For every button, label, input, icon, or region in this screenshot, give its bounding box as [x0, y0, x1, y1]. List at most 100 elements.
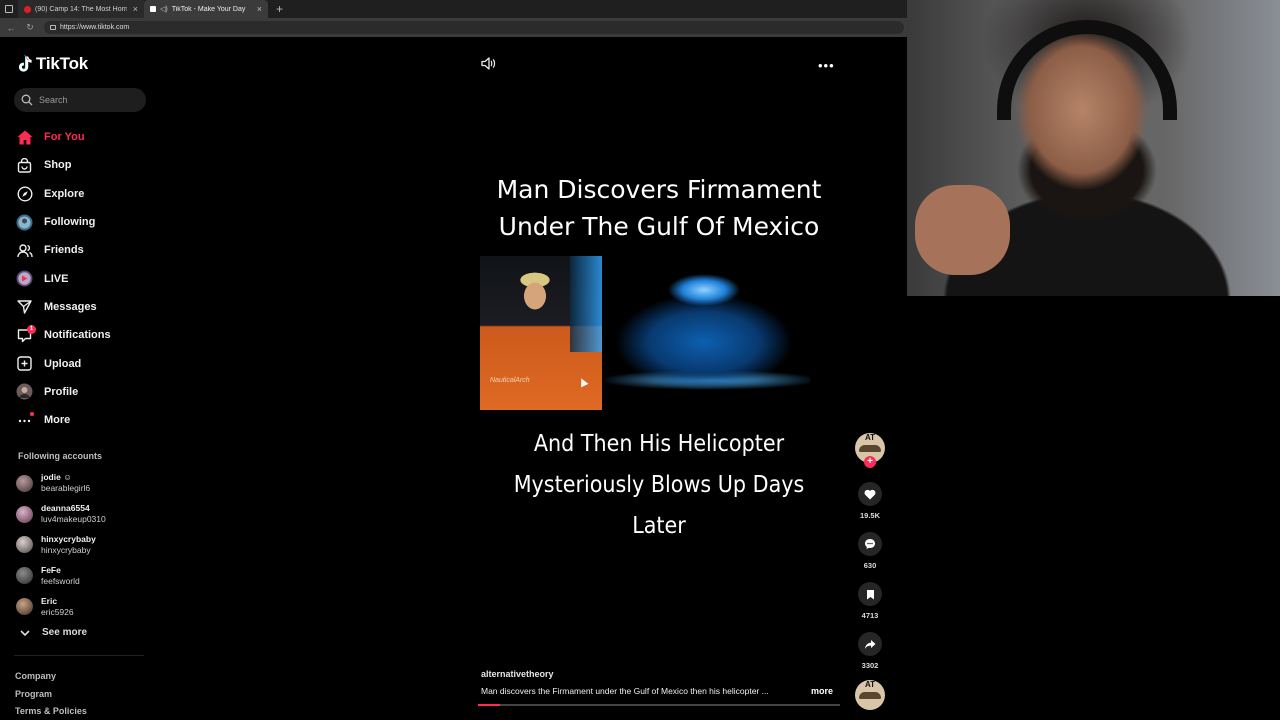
- account-handle: hinxycrybaby: [41, 544, 91, 555]
- friends-icon: [16, 242, 33, 259]
- volume-icon[interactable]: [481, 57, 496, 70]
- video-progress-fill: [478, 704, 500, 706]
- close-tab-icon[interactable]: ×: [133, 4, 138, 14]
- notification-badge: 1: [27, 324, 36, 334]
- comment-button[interactable]: 630: [852, 532, 888, 570]
- sidebar-item-for-you[interactable]: For You: [16, 123, 111, 151]
- sidebar-item-label: More: [44, 414, 71, 427]
- save-button[interactable]: 4713: [852, 582, 888, 620]
- tab-title: TikTok - Make Your Day: [171, 5, 246, 13]
- caption-line: Mysteriously Blows Up Days Later: [513, 472, 805, 539]
- back-arrow-icon[interactable]: ←: [6, 23, 16, 33]
- account-item[interactable]: deanna6554 luv4makeup0310: [16, 499, 106, 530]
- sidebar-item-upload[interactable]: Upload: [16, 349, 111, 377]
- sidebar-item-messages[interactable]: Messages: [16, 293, 111, 321]
- sidebar-item-label: Upload: [44, 357, 82, 370]
- reload-icon[interactable]: ↻: [25, 22, 35, 33]
- following-accounts-title: Following accounts: [18, 451, 103, 461]
- account-handle: eric5926: [41, 606, 74, 617]
- account-name: Eric: [41, 595, 58, 606]
- video-frame-man: NauticalArch: [480, 256, 602, 410]
- caption-line: And Then His Helicopter: [533, 431, 785, 457]
- like-button[interactable]: 19.5K: [852, 482, 888, 520]
- video-frame-underwater-light: [604, 262, 810, 392]
- tab-title: (90) Camp 14: The Most Horrible: [35, 5, 127, 13]
- sidebar-item-label: LIVE: [44, 272, 69, 285]
- sidebar-item-explore[interactable]: Explore: [16, 180, 111, 208]
- browser-tab-tiktok[interactable]: ◁) TikTok - Make Your Day ×: [144, 0, 268, 18]
- see-more-button[interactable]: See more: [20, 627, 87, 638]
- webcam-overlay: [907, 0, 1280, 296]
- sidebar-item-following[interactable]: Following: [16, 208, 111, 236]
- video-progress-bar[interactable]: [478, 704, 840, 706]
- search-icon: [21, 94, 33, 106]
- video-headline: Man Discovers Firmament Under The Gulf O…: [478, 171, 840, 245]
- share-arrow-icon: [858, 632, 882, 656]
- headset: [997, 20, 1177, 120]
- search-box[interactable]: [14, 88, 146, 112]
- sidebar-item-more[interactable]: More: [16, 406, 111, 434]
- address-bar: ← ↻ https://www.tiktok.com: [0, 18, 907, 37]
- bookmark-icon: [858, 582, 882, 606]
- sidebar-item-label: Following: [44, 216, 96, 229]
- sidebar-item-profile[interactable]: Profile: [16, 378, 111, 406]
- sidebar-item-label: Friends: [44, 244, 84, 257]
- account-handle: feefsworld: [41, 575, 80, 586]
- tiktok-note-icon: [18, 55, 32, 72]
- browser-tab-youtube[interactable]: (90) Camp 14: The Most Horrible ×: [18, 0, 144, 18]
- account-handle: luv4makeup0310: [41, 514, 106, 525]
- account-item[interactable]: jodie ☺ bearablegirl6: [16, 468, 106, 499]
- video-more-options-icon[interactable]: •••: [818, 58, 835, 73]
- lock-icon: [50, 25, 56, 30]
- sidebar-item-notifications[interactable]: 1 Notifications: [16, 321, 111, 349]
- footer-link-company[interactable]: Company: [15, 668, 87, 686]
- account-name: jodie ☺: [41, 472, 72, 483]
- tiktok-logo[interactable]: TikTok: [18, 54, 88, 74]
- account-item[interactable]: Eric eric5926: [16, 591, 106, 622]
- following-avatar-icon: [16, 214, 33, 231]
- sidebar-item-label: Explore: [44, 187, 85, 200]
- inbox-icon: 1: [16, 324, 36, 344]
- account-item[interactable]: FeFe feefsworld: [16, 560, 106, 591]
- url-field[interactable]: https://www.tiktok.com: [44, 21, 904, 34]
- speaker-icon[interactable]: ◁): [160, 5, 168, 13]
- share-count: 3302: [861, 661, 879, 670]
- logo-text: TikTok: [36, 54, 89, 73]
- share-button[interactable]: 3302: [852, 632, 888, 670]
- video-watermark: NauticalArch: [490, 377, 530, 384]
- compass-icon: [16, 185, 33, 202]
- footer-link-program[interactable]: Program: [15, 686, 87, 704]
- sidebar-item-label: Notifications: [44, 329, 111, 342]
- sidebar-item-friends[interactable]: Friends: [16, 236, 111, 264]
- save-count: 4713: [861, 611, 879, 620]
- headline-line: Man Discovers Firmament: [496, 175, 822, 204]
- description-more-button[interactable]: more: [811, 686, 833, 696]
- sidebar-item-label: For You: [44, 131, 85, 144]
- url-text: https://www.tiktok.com: [60, 24, 130, 31]
- heart-icon: [858, 482, 882, 506]
- follow-plus-icon[interactable]: +: [864, 456, 876, 468]
- upload-icon: [16, 355, 33, 372]
- send-icon: [16, 298, 33, 315]
- avatar: [16, 474, 33, 492]
- search-input[interactable]: [39, 95, 139, 105]
- video-author[interactable]: alternativetheory: [481, 669, 554, 679]
- video-player[interactable]: Man Discovers Firmament Under The Gulf O…: [478, 150, 840, 710]
- avatar: [16, 567, 33, 585]
- youtube-favicon-icon: [24, 5, 31, 13]
- next-creator-avatar[interactable]: AT: [855, 680, 885, 710]
- profile-avatar-icon: [16, 383, 33, 400]
- sidebar-item-shop[interactable]: Shop: [16, 151, 111, 179]
- live-icon: [16, 270, 33, 287]
- video-description: Man discovers the Firmament under the Gu…: [481, 686, 769, 696]
- account-item[interactable]: hinxycrybaby hinxycrybaby: [16, 530, 106, 561]
- new-tab-button[interactable]: +: [276, 2, 283, 16]
- shop-icon: [16, 157, 33, 174]
- frame-light-edge: [570, 256, 602, 352]
- window-menu-icon[interactable]: [0, 0, 18, 18]
- footer-link-terms[interactable]: Terms & Policies: [15, 703, 87, 720]
- close-tab-icon[interactable]: ×: [257, 4, 262, 14]
- account-name: deanna6554: [41, 503, 90, 514]
- see-more-label: See more: [42, 627, 88, 638]
- sidebar-item-live[interactable]: LIVE: [16, 264, 111, 292]
